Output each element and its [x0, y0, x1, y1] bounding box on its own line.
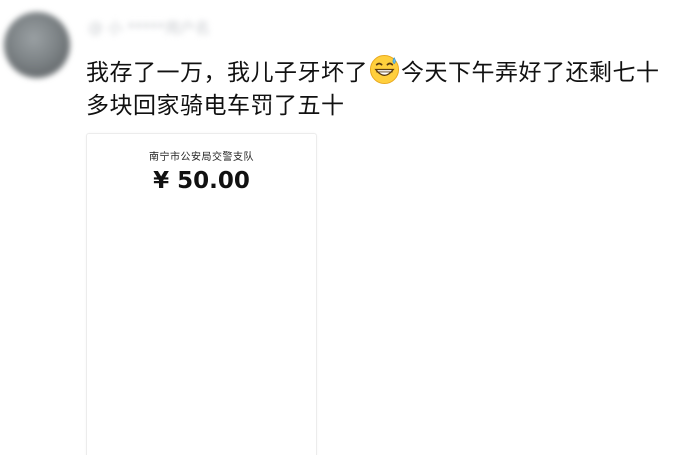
avatar[interactable]: [4, 12, 70, 78]
post-text-part1: 我存了一万，我儿子牙坏了: [86, 60, 368, 86]
receipt-organization: 南宁市公安局交警支队: [149, 152, 254, 163]
grinning-sweat-icon: [369, 54, 400, 85]
receipt-amount: ¥ 50.00: [153, 168, 250, 194]
post-text: 我存了一万，我儿子牙坏了 今天下午弄好了还剩七十多块回家骑电车罚了五十: [86, 54, 676, 123]
social-post: @ 小 *****用户名 我存了一万，我儿子牙坏了 今天下午弄好了还剩七十多块回…: [0, 0, 690, 455]
username[interactable]: @ 小 *****用户名: [88, 16, 258, 40]
payment-receipt-image[interactable]: 南宁市公安局交警支队 ¥ 50.00: [86, 133, 317, 455]
